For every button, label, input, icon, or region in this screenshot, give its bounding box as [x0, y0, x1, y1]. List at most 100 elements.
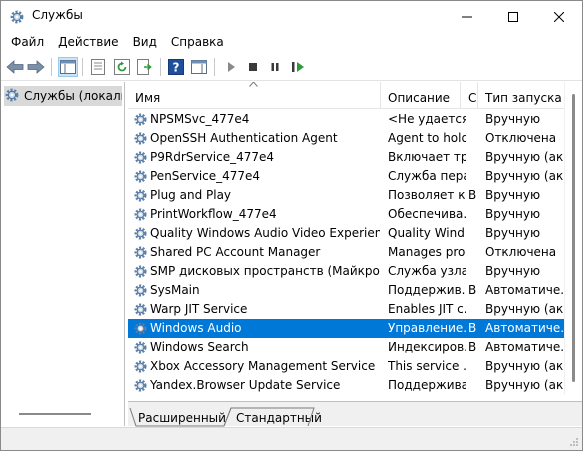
service-startup-type: Вручную: [485, 207, 541, 221]
close-button[interactable]: [536, 1, 582, 32]
gear-icon: [133, 226, 148, 241]
table-row[interactable]: Xbox Accessory Management Service This se…: [128, 357, 564, 376]
table-row[interactable]: NPSMSvc_477e4 <Не удается... Вручную: [128, 110, 564, 129]
show-hide-tree-icon[interactable]: [58, 57, 78, 77]
tab-outline: [129, 407, 315, 427]
service-name: Quality Windows Audio Video Experience: [150, 226, 380, 240]
service-name: NPSMSvc_477e4: [150, 112, 250, 126]
service-state: [468, 300, 478, 319]
service-name: OpenSSH Authentication Agent: [150, 131, 338, 145]
table-row[interactable]: Warp JIT Service Enables JIT c... Вручную …: [128, 300, 564, 319]
help-icon[interactable]: ?: [166, 57, 186, 77]
gear-icon: [133, 150, 148, 165]
properties-icon[interactable]: [88, 57, 108, 77]
table-row[interactable]: PenService_477e4 Служба пера Вручную (ак..…: [128, 167, 564, 186]
resume-service-icon[interactable]: [288, 57, 308, 77]
service-state: В: [468, 321, 477, 335]
start-service-icon[interactable]: [221, 57, 241, 77]
gear-icon: [133, 169, 148, 184]
status-bar: [1, 427, 582, 450]
service-name: Windows Audio: [150, 321, 242, 335]
service-name: P9RdrService_477e4: [150, 150, 275, 164]
service-description: Enables JIT c...: [388, 302, 466, 316]
show-hide-action-pane-icon[interactable]: [189, 57, 209, 77]
table-row[interactable]: Plug and Play Позволяет к...В Вручную: [128, 186, 564, 205]
tree-item-label: Службы (локальные): [24, 89, 122, 103]
export-list-icon[interactable]: [135, 57, 155, 77]
service-startup-type: Отключена: [485, 131, 557, 145]
service-name: PenService_477e4: [150, 169, 261, 183]
service-startup-type: Вручную: [485, 112, 541, 126]
table-row[interactable]: SMP дисковых пространств (Майкрософт) Слу…: [128, 262, 564, 281]
table-row[interactable]: SysMain Поддержив... В Автоматиче...: [128, 281, 564, 300]
vertical-scrollbar[interactable]: [564, 82, 581, 395]
service-name: Xbox Accessory Management Service: [150, 359, 376, 373]
service-startup-type: Вручную: [485, 188, 541, 202]
service-startup-type: Вручную (ак...: [485, 150, 564, 164]
table-row[interactable]: Shared PC Account Manager Manages pro... О…: [128, 243, 564, 262]
column-header-state[interactable]: С: [461, 82, 478, 109]
forward-arrow-icon[interactable]: [26, 57, 46, 77]
list-header: Имя Описание С Тип запуска: [128, 82, 564, 109]
service-state: [468, 110, 478, 129]
resize-grip-icon[interactable]: [569, 437, 579, 447]
service-description: Manages pro...: [388, 245, 466, 259]
menu-file[interactable]: Файл: [1, 32, 51, 53]
service-description: Quality Wind...: [388, 226, 466, 240]
table-row[interactable]: P9RdrService_477e4 Включает тр... Вручную …: [128, 148, 564, 167]
service-startup-type: Автоматиче...: [485, 321, 564, 335]
toolbar-separator: [160, 58, 161, 76]
gear-icon: [133, 188, 148, 203]
service-startup-type: Вручную (ак...: [485, 378, 564, 392]
gear-icon: [133, 302, 148, 317]
horizontal-scrollbar[interactable]: [19, 413, 91, 415]
service-description: Обеспечива...: [388, 207, 466, 221]
title-bar[interactable]: Службы: [1, 1, 582, 32]
service-name: Windows Search: [150, 340, 249, 354]
service-state: [468, 243, 478, 262]
stop-service-icon[interactable]: [243, 57, 263, 77]
service-state: [468, 167, 478, 186]
table-row[interactable]: Quality Windows Audio Video Experience Qu…: [128, 224, 564, 243]
column-header-name[interactable]: Имя: [128, 82, 381, 109]
column-header-startup-type[interactable]: Тип запуска: [478, 82, 564, 109]
service-startup-type: Вручную: [485, 264, 541, 278]
window-title: Службы: [32, 8, 83, 22]
column-header-label: Описание: [388, 91, 451, 105]
table-row[interactable]: OpenSSH Authentication Agent Agent to hol…: [128, 129, 564, 148]
back-arrow-icon[interactable]: [5, 57, 25, 77]
menu-action[interactable]: Действие: [51, 32, 125, 53]
service-description: This service ...: [388, 359, 466, 373]
service-startup-type: Вручную (ак...: [485, 359, 564, 373]
gear-icon: [133, 245, 148, 260]
column-header-description[interactable]: Описание: [381, 82, 461, 109]
gear-icon: [133, 131, 148, 146]
column-header-label: Тип запуска: [485, 91, 562, 105]
service-name: SysMain: [150, 283, 200, 297]
service-description: Управление...: [388, 321, 466, 335]
table-row[interactable]: Yandex.Browser Update Service Поддержива.…: [128, 376, 564, 395]
service-name: Shared PC Account Manager: [150, 245, 321, 259]
service-description: Позволяет к...: [388, 188, 466, 202]
pause-service-icon[interactable]: [265, 57, 285, 77]
toolbar-separator: [82, 58, 83, 76]
scrollbar-thumb[interactable]: [572, 94, 575, 382]
maximize-button[interactable]: [490, 1, 536, 32]
table-row[interactable]: Windows Audio Управление...В Автоматиче...: [128, 319, 564, 338]
service-description: Поддержива...: [388, 378, 466, 392]
table-row[interactable]: PrintWorkflow_477e4 Обеспечива... Вручную: [128, 205, 564, 224]
service-description: Служба пера: [388, 169, 466, 183]
service-state: [468, 224, 478, 243]
minimize-button[interactable]: [444, 1, 490, 32]
toolbar: ?: [1, 53, 582, 81]
refresh-icon[interactable]: [112, 57, 132, 77]
view-tabs: Расширенный Стандартный: [128, 401, 582, 427]
svg-text:?: ?: [173, 61, 180, 75]
service-name: Plug and Play: [150, 188, 232, 202]
menu-help[interactable]: Справка: [164, 32, 231, 53]
gear-icon: [133, 340, 148, 355]
service-state: [468, 205, 478, 224]
menu-view[interactable]: Вид: [126, 32, 164, 53]
tree-item-services-local[interactable]: Службы (локальные): [4, 86, 122, 106]
table-row[interactable]: Windows Search Индексиров...В Автоматиче..…: [128, 338, 564, 357]
